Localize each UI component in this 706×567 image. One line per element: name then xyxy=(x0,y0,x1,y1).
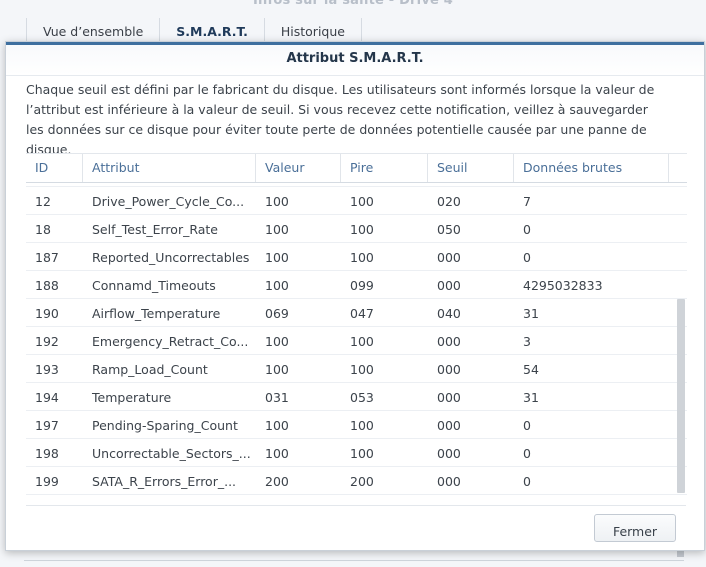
cell-attribute: Emergency_Retract_Co... xyxy=(92,334,249,349)
cell-worst: 100 xyxy=(350,446,374,461)
cell-raw-data: 0 xyxy=(523,474,531,489)
column-header-id[interactable]: ID xyxy=(26,154,83,182)
tab-bar: Vue d’ensemble S.M.A.R.T. Historique xyxy=(26,18,362,42)
cell-raw-data: 4295032833 xyxy=(523,278,603,293)
column-header-worst[interactable]: Pire xyxy=(341,154,428,182)
table-row[interactable]: 190 Airflow_Temperature 069 047 040 31 xyxy=(26,299,687,327)
table-row[interactable]: 12 Drive_Power_Cycle_Co... 100 100 020 7 xyxy=(26,187,687,215)
cell-worst: 100 xyxy=(350,250,374,265)
cell-attribute: Pending-Sparing_Count xyxy=(92,418,238,433)
cell-value: 100 xyxy=(265,362,289,377)
cell-id: 199 xyxy=(35,474,59,489)
cell-worst: 100 xyxy=(350,222,374,237)
cell-value: 100 xyxy=(265,446,289,461)
cell-value: 100 xyxy=(265,278,289,293)
cell-threshold: 000 xyxy=(437,474,461,489)
cell-attribute: SATA_R_Errors_Error_... xyxy=(92,474,237,489)
table-header: ID Attribut Valeur Pire Seuil Données br… xyxy=(26,153,687,183)
cell-raw-data: 31 xyxy=(523,390,539,405)
cell-id: 188 xyxy=(35,278,59,293)
cell-threshold: 020 xyxy=(437,194,461,209)
cell-value: 100 xyxy=(265,418,289,433)
cell-raw-data: 7 xyxy=(523,194,531,209)
column-header-attribute[interactable]: Attribut xyxy=(83,154,256,182)
cell-raw-data: 0 xyxy=(523,418,531,433)
close-button[interactable]: Fermer xyxy=(594,514,676,542)
cell-worst: 100 xyxy=(350,418,374,433)
table-row[interactable]: 197 Pending-Sparing_Count 100 100 000 0 xyxy=(26,411,687,439)
cell-raw-data: 0 xyxy=(523,250,531,265)
smart-attribute-table: ID Attribut Valeur Pire Seuil Données br… xyxy=(26,153,687,495)
table-row[interactable]: 192 Emergency_Retract_Co... 100 100 000 3 xyxy=(26,327,687,355)
cell-raw-data: 31 xyxy=(523,306,539,321)
cell-value: 100 xyxy=(265,222,289,237)
dialog-description: Chaque seuil est défini par le fabricant… xyxy=(26,82,655,157)
dialog-title: Attribut S.M.A.R.T. xyxy=(6,42,704,76)
cell-attribute: Drive_Power_Cycle_Co... xyxy=(92,194,245,209)
cell-id: 193 xyxy=(35,362,59,377)
cell-worst: 100 xyxy=(350,362,374,377)
cell-value: 100 xyxy=(265,194,289,209)
cell-threshold: 000 xyxy=(437,362,461,377)
window-title: Infos sur la santé - Drive 4 xyxy=(253,0,453,8)
cell-threshold: 000 xyxy=(437,418,461,433)
cell-worst: 200 xyxy=(350,474,374,489)
cell-attribute: Airflow_Temperature xyxy=(92,306,221,321)
cell-threshold: 000 xyxy=(437,446,461,461)
cell-attribute: Connamd_Timeouts xyxy=(92,278,216,293)
cell-raw-data: 0 xyxy=(523,222,531,237)
column-header-raw-data[interactable]: Données brutes xyxy=(514,154,669,182)
cell-worst: 053 xyxy=(350,390,374,405)
column-header-spacer xyxy=(669,154,687,182)
cell-worst: 047 xyxy=(350,306,374,321)
cell-attribute: Reported_Uncorrectables xyxy=(92,250,250,265)
cell-raw-data: 0 xyxy=(523,446,531,461)
cell-raw-data: 3 xyxy=(523,334,531,349)
cell-threshold: 000 xyxy=(437,390,461,405)
table-row[interactable]: 193 Ramp_Load_Count 100 100 000 54 xyxy=(26,355,687,383)
cell-value: 100 xyxy=(265,250,289,265)
cell-id: 192 xyxy=(35,334,59,349)
cell-worst: 100 xyxy=(350,194,374,209)
table-body: 12 Drive_Power_Cycle_Co... 100 100 020 7 18 Sel… xyxy=(26,187,687,495)
table-row[interactable]: 199 SATA_R_Errors_Error_... 200 200 000 0 xyxy=(26,467,687,495)
cell-attribute: Self_Test_Error_Rate xyxy=(92,222,218,237)
cell-id: 190 xyxy=(35,306,59,321)
cell-threshold: 000 xyxy=(437,334,461,349)
cell-id: 197 xyxy=(35,418,59,433)
smart-attribute-dialog: Attribut S.M.A.R.T. Chaque seuil est déf… xyxy=(5,41,705,551)
cell-value: 200 xyxy=(265,474,289,489)
table-row[interactable]: 188 Connamd_Timeouts 100 099 000 4295032833 xyxy=(26,271,687,299)
cell-attribute: Temperature xyxy=(92,390,172,405)
cell-threshold: 040 xyxy=(437,306,461,321)
cell-id: 12 xyxy=(35,194,51,209)
tab-smart[interactable]: S.M.A.R.T. xyxy=(159,18,264,42)
cell-threshold: 050 xyxy=(437,222,461,237)
table-row[interactable]: 187 Reported_Uncorrectables 100 100 000 0 xyxy=(26,243,687,271)
cell-value: 069 xyxy=(265,306,289,321)
column-header-threshold[interactable]: Seuil xyxy=(428,154,514,182)
table-row[interactable]: 198 Uncorrectable_Sectors_... 100 100 000 0 xyxy=(26,439,687,467)
tab-overview[interactable]: Vue d’ensemble xyxy=(26,18,159,42)
cell-attribute: Uncorrectable_Sectors_... xyxy=(92,446,251,461)
cell-id: 187 xyxy=(35,250,59,265)
table-row[interactable]: 194 Temperature 031 053 000 31 xyxy=(26,383,687,411)
cell-attribute: Ramp_Load_Count xyxy=(92,362,208,377)
cell-threshold: 000 xyxy=(437,278,461,293)
table-row[interactable]: 18 Self_Test_Error_Rate 100 100 050 0 xyxy=(26,215,687,243)
footer-divider xyxy=(26,505,686,506)
cell-value: 031 xyxy=(265,390,289,405)
cell-threshold: 000 xyxy=(437,250,461,265)
cell-worst: 100 xyxy=(350,334,374,349)
cell-worst: 099 xyxy=(350,278,374,293)
table-scrollbar[interactable] xyxy=(677,299,685,493)
cell-id: 194 xyxy=(35,390,59,405)
divider xyxy=(24,560,684,561)
cell-id: 198 xyxy=(35,446,59,461)
cell-raw-data: 54 xyxy=(523,362,539,377)
tab-history[interactable]: Historique xyxy=(263,18,362,42)
cell-value: 100 xyxy=(265,334,289,349)
cell-id: 18 xyxy=(35,222,51,237)
column-header-value[interactable]: Valeur xyxy=(256,154,341,182)
